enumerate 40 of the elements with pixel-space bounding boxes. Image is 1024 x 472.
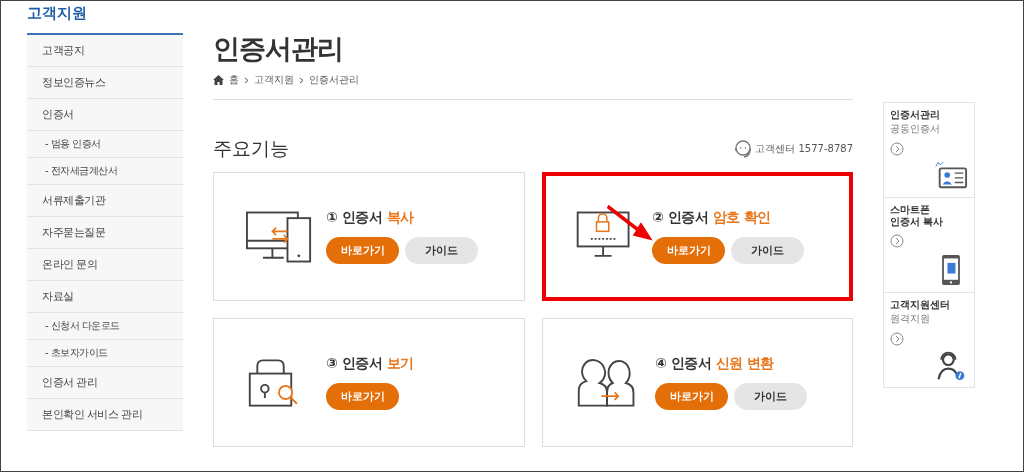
arrow-circle-icon[interactable] [890,332,904,346]
sidebar-item[interactable]: 인증서 [27,99,183,131]
sidebar-item[interactable]: - 신청서 다운로드 [27,313,183,340]
breadcrumb-link[interactable]: 인증서관리 [309,73,359,87]
sidebar-item[interactable]: 자료실 [27,281,183,313]
quick-link-title[interactable]: 고객지원센터 [890,299,950,311]
sidebar-item[interactable]: 본인확인 서비스 관리 [27,399,183,431]
arrow-circle-icon[interactable] [890,234,904,248]
monitor-transfer-icon [246,209,312,264]
quick-link-subtitle: 원격지원 [890,312,930,326]
card-title: ④ 인증서 신원 변환 [655,355,775,373]
card-title: ② 인증서 암호 확인 [652,209,772,227]
quick-link-title[interactable]: 스마트폰 인증서 복사 [890,204,944,228]
support-phone: 고객센터 1577-8787 [755,142,853,156]
chevron-icon [299,76,304,84]
sidebar-item[interactable]: 자주묻는질문 [27,217,183,249]
home-icon [213,75,224,85]
id-card-icon [934,159,968,191]
sidebar-item[interactable]: 정보인증뉴스 [27,67,183,99]
arrow-circle-icon[interactable] [890,142,904,156]
sidebar-item[interactable]: 고객공지 [27,35,183,67]
card-title: ① 인증서 복사 [326,209,415,227]
card-title: ③ 인증서 보기 [326,355,414,373]
sidebar-item[interactable]: - 초보자가이드 [27,340,183,367]
breadcrumb-link[interactable]: 홈 [229,73,239,87]
headset-icon [733,138,754,160]
sidebar-item[interactable]: 인증서 관리 [27,367,183,399]
sidebar-item[interactable]: - 전자세금계산서 [27,158,183,185]
page-title: 인증서관리 [213,33,343,65]
quick-link-subtitle: 공동인증서 [890,122,940,136]
guide-button[interactable]: 가이드 [731,237,804,264]
quick-link-title[interactable]: 인증서관리 [890,109,940,121]
sidebar-item[interactable]: 서류제출기관 [27,185,183,217]
sidebar-item[interactable]: - 범용 인증서 [27,131,183,158]
section-title: 주요기능 [213,136,289,160]
sidebar-item[interactable]: 온라인 문의 [27,249,183,281]
chevron-icon [244,76,249,84]
guide-button[interactable]: 가이드 [405,237,478,264]
breadcrumb-link[interactable]: 고객지원 [254,73,294,87]
guide-button[interactable]: 가이드 [734,383,807,410]
